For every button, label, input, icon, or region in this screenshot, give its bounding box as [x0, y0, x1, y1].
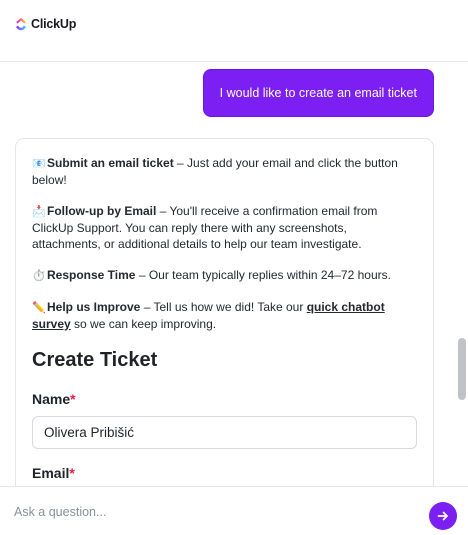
bot-response-card: 📧Submit an email ticket – Just add your … [15, 138, 434, 486]
required-marker: * [70, 391, 76, 407]
arrow-right-icon [437, 511, 448, 521]
info-title: Submit an email ticket [47, 156, 174, 170]
info-title: Follow-up by Email [47, 204, 157, 218]
app-header: ClickUp [0, 0, 468, 62]
info-title: Response Time [47, 268, 136, 282]
name-field[interactable] [32, 416, 417, 449]
email-icon: 📧 [32, 158, 46, 170]
info-follow-up: 📩Follow-up by Email – You'll receive a c… [32, 203, 417, 252]
logo-wordmark: ClickUp [31, 17, 77, 31]
composer-bar [0, 486, 468, 535]
user-message-bubble: I would like to create an email ticket [202, 69, 434, 117]
email-label-text: Email [32, 465, 70, 481]
chat-scrollbar[interactable] [458, 338, 466, 400]
name-label: Name* [32, 391, 417, 407]
email-label: Email* [32, 465, 417, 481]
info-text: – Our team typically replies within 24–7… [135, 268, 391, 282]
info-submit-email: 📧Submit an email ticket – Just add your … [32, 155, 417, 188]
user-message-text: I would like to create an email ticket [219, 86, 417, 100]
name-label-text: Name [32, 391, 71, 407]
chat-thread[interactable]: I would like to create an email ticket 📧… [0, 62, 468, 486]
pencil-icon: ✏️ [32, 302, 46, 314]
info-response-time: ⏱️Response Time – Our team typically rep… [32, 267, 417, 284]
clickup-logo[interactable]: ClickUp [15, 17, 76, 31]
info-help-improve: ✏️Help us Improve – Tell us how we did! … [32, 299, 417, 332]
question-input[interactable] [14, 501, 414, 523]
stopwatch-icon: ⏱️ [32, 270, 46, 282]
clickup-logo-icon [16, 18, 26, 31]
info-text: – Tell us how we did! Take our [140, 300, 307, 314]
required-marker: * [69, 465, 75, 481]
info-text: so we can keep improving. [70, 317, 217, 331]
send-button[interactable] [429, 502, 457, 530]
form-title: Create Ticket [32, 349, 158, 371]
envelope-arrow-icon: 📩 [32, 206, 46, 218]
info-title: Help us Improve [47, 300, 141, 314]
